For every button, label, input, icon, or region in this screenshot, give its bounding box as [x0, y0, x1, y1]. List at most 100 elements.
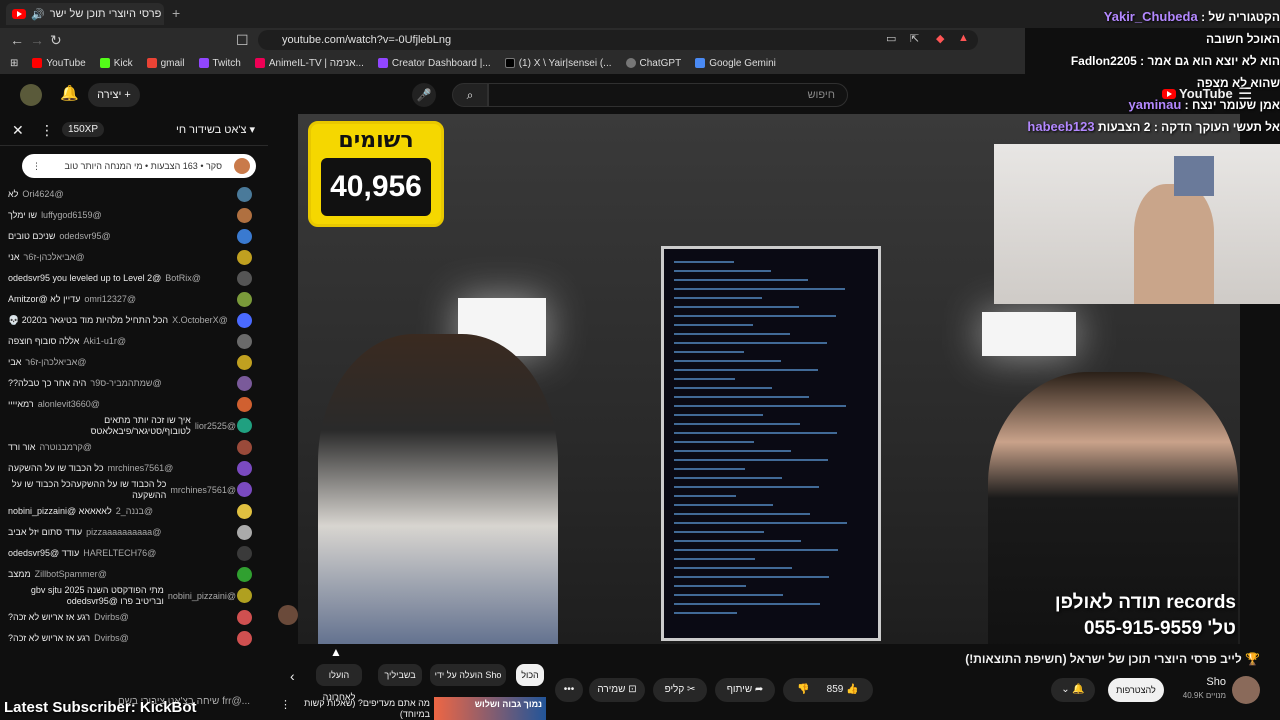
- chat-message[interactable]: @קרמבנוטרה אור ורד: [0, 437, 268, 458]
- chat-message[interactable]: @X.OctoberX הכל התחיל מלהיות מוד בטיגאר ב…: [0, 310, 268, 331]
- reload-icon[interactable]: ↻: [50, 32, 62, 49]
- chat-avatar[interactable]: [237, 376, 252, 391]
- clip-button[interactable]: קליפ ✂: [653, 678, 707, 702]
- apps-icon[interactable]: ⊞: [10, 58, 18, 69]
- join-button[interactable]: להצטרפות: [1108, 678, 1164, 702]
- filter-recent[interactable]: הועלו לאחרונה: [316, 664, 362, 702]
- like-icon[interactable]: 👍: [846, 684, 858, 695]
- url-bar[interactable]: youtube.com/watch?v=-0UfjlebLng: [258, 30, 978, 50]
- chat-author[interactable]: @בננה_2: [116, 506, 153, 517]
- browser-tab[interactable]: 🔊 לייב פרסי היוצרי תוכן של ישר... ✕: [6, 3, 164, 25]
- chat-message[interactable]: @nobini_pizzaini מתי הפודקסט השנה 2025 gb…: [0, 585, 268, 607]
- chat-message[interactable]: @אביאלכהן-ז6ר אבי: [0, 352, 268, 373]
- chat-author[interactable]: @ZillbotSpammer: [35, 569, 107, 580]
- chat-message[interactable]: @ZillbotSpammer ממצב: [0, 564, 268, 585]
- chat-more-icon[interactable]: ⋮: [40, 122, 54, 139]
- back-icon[interactable]: ←: [10, 32, 24, 48]
- chat-message[interactable]: @בננה_2 לאאאאא @nobini_pizzaini: [0, 501, 268, 522]
- chat-author[interactable]: @Aki1-u1r: [83, 336, 126, 347]
- chat-author[interactable]: @odedsvr95: [59, 231, 110, 242]
- chat-message[interactable]: @שמתהמביר-ס9ר היה אחר כך טבלה??: [0, 373, 268, 394]
- forward-icon[interactable]: →: [30, 32, 44, 48]
- chat-author[interactable]: @luffygod6159: [41, 210, 102, 221]
- rewards-icon[interactable]: ▲: [958, 32, 969, 44]
- recommended-video-thumbnail[interactable]: נמוך גבוה ושלוש: [434, 697, 546, 720]
- chat-avatar[interactable]: [237, 461, 252, 476]
- chat-author[interactable]: @mrchines7561: [108, 463, 174, 474]
- chat-title[interactable]: צ'אט בשידור חי ▾: [176, 123, 255, 136]
- chat-author[interactable]: @Dvirbs: [94, 612, 129, 623]
- voice-search-mic-icon[interactable]: 🎤: [412, 83, 436, 107]
- chat-avatar[interactable]: [237, 208, 252, 223]
- chat-author[interactable]: @אביאלכהן-ז6ר: [25, 357, 86, 368]
- chat-avatar[interactable]: [237, 313, 252, 328]
- chat-message[interactable]: @omri12327 עדיין לא @Amitzor: [0, 289, 268, 310]
- chat-avatar[interactable]: [237, 546, 252, 561]
- cast-icon[interactable]: ▭: [886, 32, 896, 45]
- search-input[interactable]: חיפוש: [488, 83, 848, 107]
- bookmark-animeil[interactable]: AnimeIL-TV | אנימה...: [254, 58, 364, 69]
- recommended-more-icon[interactable]: ⋮: [280, 698, 291, 711]
- share-page-icon[interactable]: ⇱: [910, 32, 919, 45]
- chat-message[interactable]: @mrchines7561 כל הכבוד שו על ההשקעהכל הכב…: [0, 479, 268, 501]
- chat-avatar[interactable]: [237, 525, 252, 540]
- bookmark-creator-dashboard[interactable]: Creator Dashboard |...: [377, 58, 491, 69]
- channel-avatar[interactable]: [1232, 676, 1260, 704]
- close-chat-icon[interactable]: ✕: [12, 122, 24, 139]
- chat-avatar[interactable]: [237, 504, 252, 519]
- share-button[interactable]: שיתוף ➦: [715, 678, 775, 702]
- filter-for-you[interactable]: בשביליך: [378, 664, 422, 686]
- recommended-video-title[interactable]: מה אתם מעדיפים? (שאלות קשות במיוחד): [300, 698, 430, 720]
- volume-icon[interactable]: 🔊: [31, 8, 45, 21]
- more-actions-icon[interactable]: •••: [555, 678, 583, 702]
- chat-avatar[interactable]: [237, 187, 252, 202]
- chevron-left-icon[interactable]: ‹: [290, 668, 295, 684]
- bookmark-gemini[interactable]: Google Gemini: [695, 58, 776, 69]
- chat-avatar[interactable]: [237, 631, 252, 646]
- chat-message[interactable]: @Dvirbs רגע אז אריוש לא זכה?: [0, 628, 268, 649]
- chat-author[interactable]: @omri12327: [84, 294, 136, 305]
- search-icon[interactable]: ⌕: [452, 83, 488, 107]
- notification-settings[interactable]: ⌄ 🔔: [1051, 678, 1095, 702]
- chat-author[interactable]: @pizzaaaaaaaaaa: [86, 527, 161, 538]
- chat-avatar[interactable]: [237, 418, 252, 433]
- filter-all[interactable]: הכול: [516, 664, 544, 686]
- chat-avatar[interactable]: [237, 588, 252, 603]
- new-tab-icon[interactable]: +: [172, 5, 180, 21]
- chat-author[interactable]: @Dvirbs: [94, 633, 129, 644]
- chat-author[interactable]: @קרמבנוטרה: [39, 442, 92, 453]
- chat-author[interactable]: @nobini_pizzaini: [168, 591, 236, 602]
- account-avatar[interactable]: [20, 84, 42, 106]
- chat-avatar[interactable]: [237, 271, 252, 286]
- chat-avatar[interactable]: [237, 229, 252, 244]
- chat-author[interactable]: @שמתהמביר-ס9ר: [90, 378, 161, 389]
- chat-author[interactable]: @alonlevit3660: [38, 399, 100, 410]
- chat-author[interactable]: @mrchines7561: [170, 485, 236, 496]
- notifications-bell-icon[interactable]: 🔔: [60, 84, 79, 102]
- brave-shield-icon[interactable]: ◆: [936, 32, 944, 45]
- chat-message[interactable]: @odedsvr95 שניכם טובים: [0, 226, 268, 247]
- xp-badge[interactable]: 150XP: [62, 122, 105, 137]
- chat-message[interactable]: @Dvirbs רגע אז אריוש לא זכה?: [0, 607, 268, 628]
- chat-author[interactable]: @אביאלכהן-ז6ר: [24, 252, 85, 263]
- chat-author[interactable]: @HARELTECH76: [83, 548, 156, 559]
- chat-message[interactable]: @אביאלכהן-ז6ר אני: [0, 247, 268, 268]
- chat-message[interactable]: @luffygod6159 שו ימלך: [0, 205, 268, 226]
- chat-message[interactable]: @HARELTECH76 עודד @odedsvr95: [0, 543, 268, 564]
- chat-message[interactable]: @mrchines7561 כל הכבוד שו על ההשקעה: [0, 458, 268, 479]
- chat-avatar[interactable]: [237, 567, 252, 582]
- chat-message[interactable]: @Ori4624 לא: [0, 184, 268, 205]
- chat-avatar[interactable]: [237, 250, 252, 265]
- save-button[interactable]: שמירה ⊡: [589, 678, 645, 702]
- chat-message[interactable]: @Aki1-u1r אללה סובוף חוצפה: [0, 331, 268, 352]
- bookmark-chatgpt[interactable]: ChatGPT: [625, 58, 681, 69]
- chat-author[interactable]: @X.OctoberX: [172, 315, 228, 326]
- bookmark-youtube[interactable]: YouTube: [32, 58, 86, 69]
- poll-banner[interactable]: ⋮ סקר • 163 הצבעות • מי המנחה היותר טוב: [22, 154, 256, 178]
- chat-avatar[interactable]: [237, 292, 252, 307]
- chat-message[interactable]: @lior2525 איך שו זכה יותר מתאים לטובוף/סט…: [0, 415, 268, 437]
- filter-by-sho[interactable]: הועלה על ידי Sho: [430, 664, 506, 686]
- dislike-icon[interactable]: 👎: [797, 684, 809, 695]
- create-button[interactable]: יצירה +: [88, 83, 140, 107]
- chat-message[interactable]: @BotRix @odedsvr95 you leveled up to Leve…: [0, 268, 268, 289]
